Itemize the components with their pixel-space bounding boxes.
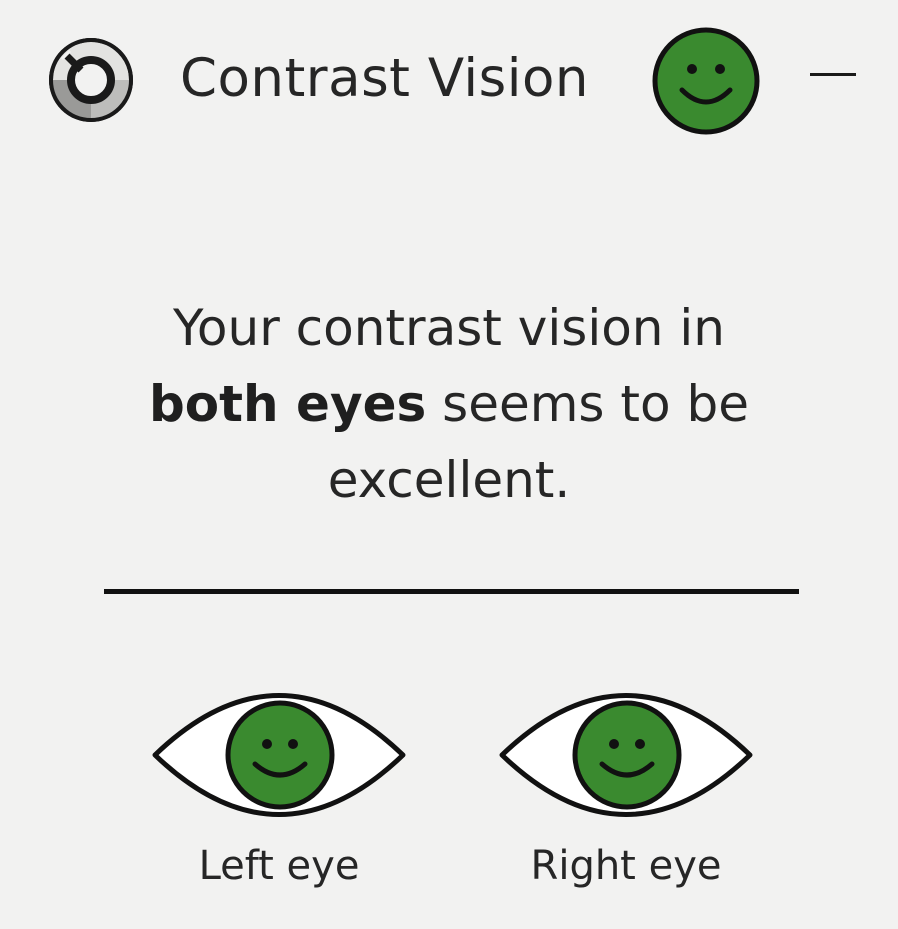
result-line-2-rest: seems to be — [426, 375, 749, 433]
left-eye-label: Left eye — [198, 843, 360, 889]
contrast-ring-logo-icon — [48, 37, 134, 123]
minimize-icon — [810, 73, 856, 76]
app-title: Contrast Vision — [180, 48, 589, 109]
left-eye-result: Left eye — [149, 678, 409, 890]
left-eye-smiley-icon — [152, 693, 406, 817]
right-eye-result: Right eye — [496, 678, 756, 890]
overall-status-smiley-icon — [651, 26, 761, 136]
result-line-3: excellent. — [327, 451, 571, 509]
divider — [104, 589, 799, 594]
result-line-1: Your contrast vision in — [173, 299, 725, 357]
result-emphasis: both eyes — [149, 375, 427, 433]
collapse-button[interactable] — [802, 52, 862, 100]
right-eye-label: Right eye — [530, 843, 722, 889]
result-message: Your contrast vision in both eyes seems … — [60, 290, 838, 518]
result-line-2: both eyes seems to be — [60, 366, 838, 442]
right-eye-smiley-icon — [499, 693, 753, 817]
